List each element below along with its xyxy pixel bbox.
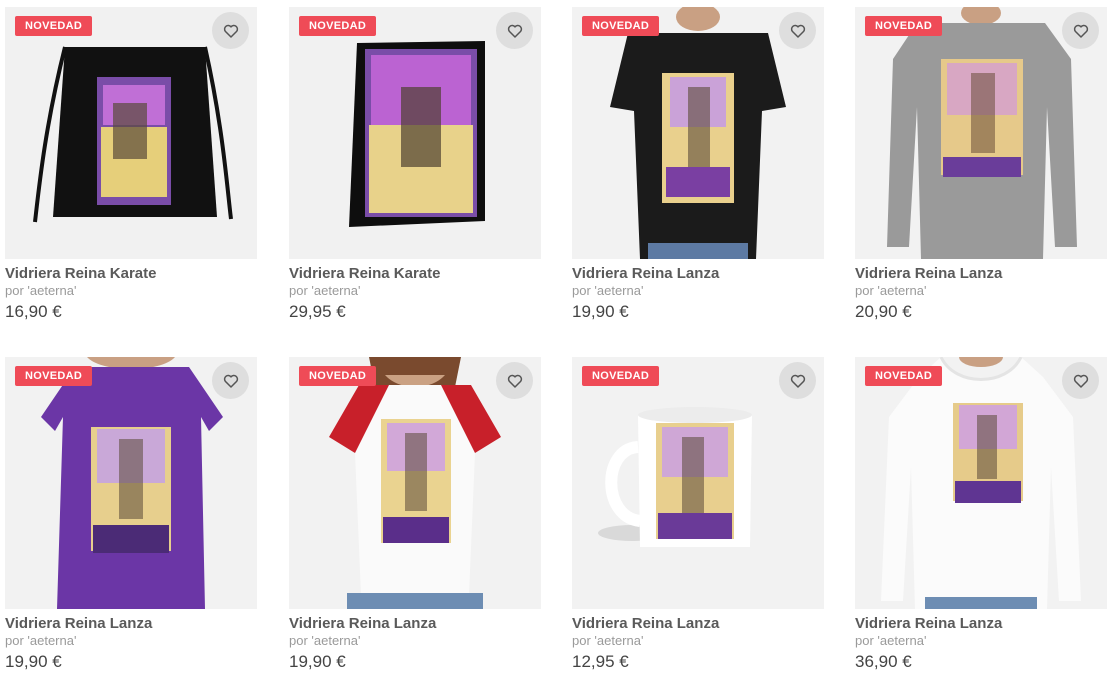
product-price: 19,90 € xyxy=(289,652,346,671)
product-title[interactable]: Vidriera Reina Karate xyxy=(289,265,541,283)
product-author: por 'aeterna' xyxy=(289,283,361,298)
product-title[interactable]: Vidriera Reina Karate xyxy=(5,265,257,283)
product-card[interactable]: NOVEDAD Vidriera Reina Lanza por 'aetern… xyxy=(572,357,824,674)
product-price: 19,90 € xyxy=(5,652,62,671)
product-price: 19,90 € xyxy=(572,302,629,321)
product-card[interactable]: NOVEDAD Vidriera Reina Lanza por 'aetern… xyxy=(572,7,824,324)
heart-icon xyxy=(507,374,522,388)
favorite-button[interactable] xyxy=(496,12,533,49)
product-author: por 'aeterna' xyxy=(855,633,927,648)
novedad-badge: NOVEDAD xyxy=(582,366,660,386)
product-card[interactable]: NOVEDAD Vidriera Reina Karate por 'aeter… xyxy=(5,7,257,324)
product-title[interactable]: Vidriera Reina Lanza xyxy=(289,615,541,633)
product-title[interactable]: Vidriera Reina Lanza xyxy=(5,615,257,633)
product-title[interactable]: Vidriera Reina Lanza xyxy=(855,265,1107,283)
product-price: 16,90 € xyxy=(5,302,62,321)
product-author: por 'aeterna' xyxy=(289,633,361,648)
product-author: por 'aeterna' xyxy=(572,633,644,648)
product-title[interactable]: Vidriera Reina Lanza xyxy=(572,615,824,633)
product-image[interactable]: NOVEDAD xyxy=(5,7,257,259)
favorite-button[interactable] xyxy=(212,362,249,399)
product-card[interactable]: NOVEDAD Vidriera Reina Lanza por 'aetern… xyxy=(855,357,1107,674)
product-card[interactable]: NOVEDAD Vidriera Reina Karate por 'aeter… xyxy=(289,7,541,324)
novedad-badge: NOVEDAD xyxy=(582,16,660,36)
novedad-badge: NOVEDAD xyxy=(15,366,93,386)
product-image[interactable]: NOVEDAD xyxy=(855,357,1107,609)
product-card[interactable]: NOVEDAD Vidriera Reina Lanza por 'aetern… xyxy=(5,357,257,674)
product-price: 12,95 € xyxy=(572,652,629,671)
novedad-badge: NOVEDAD xyxy=(15,16,93,36)
novedad-badge: NOVEDAD xyxy=(299,366,377,386)
product-image[interactable]: NOVEDAD xyxy=(572,7,824,259)
product-title[interactable]: Vidriera Reina Lanza xyxy=(855,615,1107,633)
product-author: por 'aeterna' xyxy=(855,283,927,298)
product-price: 36,90 € xyxy=(855,652,912,671)
heart-icon xyxy=(1073,24,1088,38)
novedad-badge: NOVEDAD xyxy=(865,16,943,36)
product-card[interactable]: NOVEDAD Vidriera Reina Lanza por 'aetern… xyxy=(289,357,541,674)
novedad-badge: NOVEDAD xyxy=(299,16,377,36)
favorite-button[interactable] xyxy=(1062,362,1099,399)
product-grid: NOVEDAD Vidriera Reina Karate por 'aeter… xyxy=(0,0,1112,686)
favorite-button[interactable] xyxy=(779,12,816,49)
novedad-badge: NOVEDAD xyxy=(865,366,943,386)
product-image[interactable]: NOVEDAD xyxy=(5,357,257,609)
heart-icon xyxy=(790,24,805,38)
product-card[interactable]: NOVEDAD Vidriera Reina Lanza por 'aetern… xyxy=(855,7,1107,324)
product-image[interactable]: NOVEDAD xyxy=(289,357,541,609)
heart-icon xyxy=(1073,374,1088,388)
product-author: por 'aeterna' xyxy=(572,283,644,298)
product-author: por 'aeterna' xyxy=(5,633,77,648)
favorite-button[interactable] xyxy=(779,362,816,399)
heart-icon xyxy=(507,24,522,38)
favorite-button[interactable] xyxy=(1062,12,1099,49)
favorite-button[interactable] xyxy=(496,362,533,399)
product-title[interactable]: Vidriera Reina Lanza xyxy=(572,265,824,283)
heart-icon xyxy=(790,374,805,388)
product-author: por 'aeterna' xyxy=(5,283,77,298)
heart-icon xyxy=(223,374,238,388)
product-image[interactable]: NOVEDAD xyxy=(572,357,824,609)
product-price: 20,90 € xyxy=(855,302,912,321)
product-image[interactable]: NOVEDAD xyxy=(855,7,1107,259)
product-image[interactable]: NOVEDAD xyxy=(289,7,541,259)
product-price: 29,95 € xyxy=(289,302,346,321)
heart-icon xyxy=(223,24,238,38)
favorite-button[interactable] xyxy=(212,12,249,49)
